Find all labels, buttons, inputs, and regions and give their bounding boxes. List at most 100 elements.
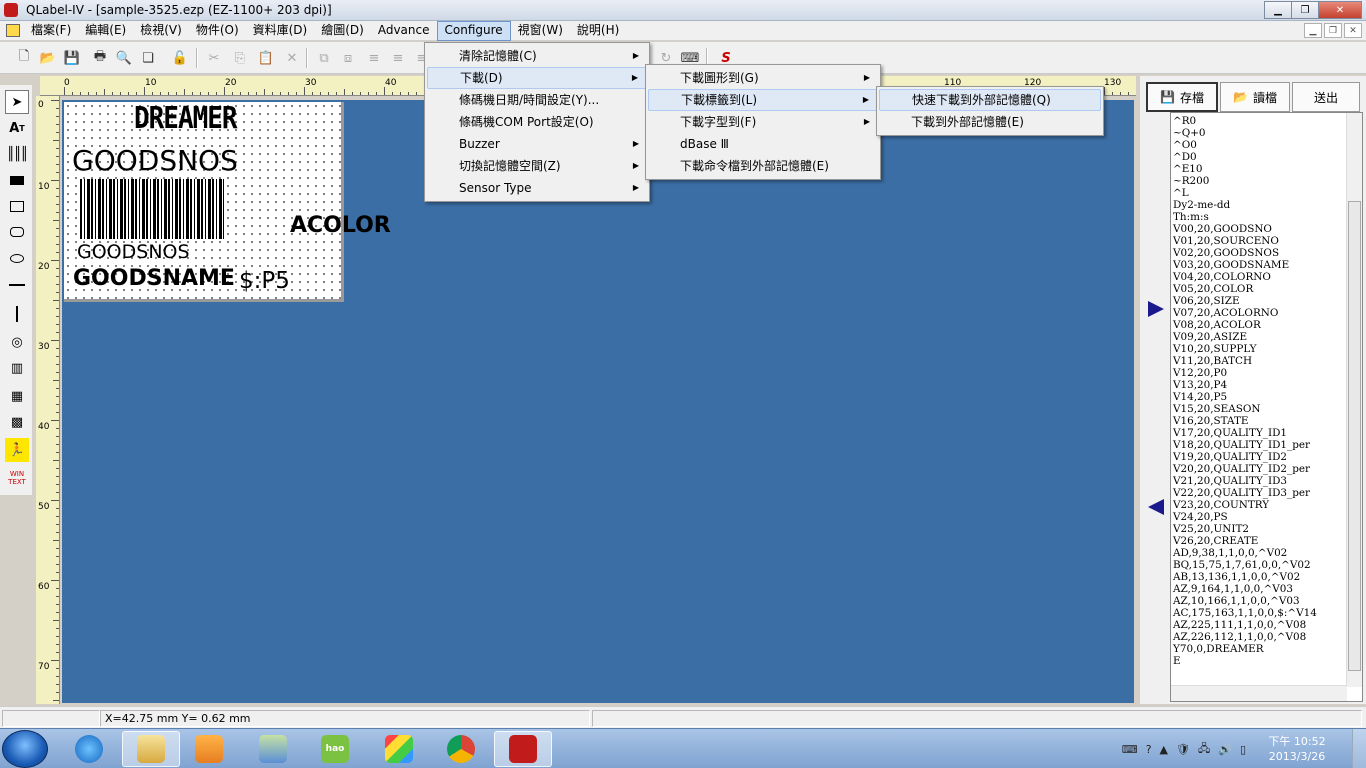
command-line: V24,20,PS: [1173, 511, 1228, 523]
menu-item-buzzer[interactable]: Buzzer ▶: [427, 133, 647, 155]
taskbar-explorer[interactable]: [122, 731, 180, 767]
taskbar-hao123[interactable]: hao: [306, 731, 364, 767]
label-goodsname[interactable]: GOODSNAME: [73, 266, 235, 291]
pointer-icon[interactable]: ➤: [5, 90, 29, 114]
print-icon[interactable]: 🖶: [90, 48, 110, 68]
menu-item-clear-memory[interactable]: 清除記憶體(C) ▶: [427, 45, 647, 67]
network-tray-icon[interactable]: 🖧: [1198, 740, 1210, 759]
restore-button[interactable]: ❐: [1291, 1, 1319, 19]
read-button[interactable]: 📂 讀檔: [1220, 82, 1290, 112]
vertical-scrollbar[interactable]: [1346, 113, 1362, 687]
menu-item-download-label[interactable]: 下載標籤到(L) ▶: [648, 89, 878, 111]
document-icon[interactable]: [6, 24, 20, 37]
label-preview[interactable]: DREAMER GOODSNOS ACOLOR GOODSNOS GOODSNA…: [64, 102, 391, 302]
menu-draw[interactable]: 繪圖(D): [314, 21, 371, 41]
taskbar-ie[interactable]: [60, 731, 118, 767]
arrow-right-icon[interactable]: [1148, 301, 1164, 317]
mdi-close-button[interactable]: ✕: [1344, 23, 1362, 38]
menu-item-download-font[interactable]: 下載字型到(F) ▶: [648, 111, 878, 133]
menu-configure[interactable]: Configure: [436, 21, 511, 41]
taskbar-paint[interactable]: [244, 731, 302, 767]
clock[interactable]: 下午 10:52 2013/3/26: [1254, 734, 1340, 764]
open-folder-icon[interactable]: 📂: [38, 48, 58, 68]
wintext-icon[interactable]: WIN TEXT: [5, 466, 29, 490]
mdi-minimize-button[interactable]: ▁: [1304, 23, 1322, 38]
menu-item-download-external[interactable]: 下載到外部記憶體(E): [879, 111, 1101, 133]
menu-item-download-graphics[interactable]: 下載圖形到(G) ▶: [648, 67, 878, 89]
taskbar-bluestacks[interactable]: [370, 731, 428, 767]
text-tool-icon[interactable]: AT: [5, 116, 29, 140]
delete-icon[interactable]: ✕: [282, 48, 302, 68]
security-tray-icon[interactable]: 🛡: [1176, 743, 1190, 756]
label-acolor[interactable]: ACOLOR: [290, 213, 391, 238]
save-icon[interactable]: 💾: [62, 48, 82, 68]
align-left-icon[interactable]: ≡: [364, 48, 384, 68]
send-button[interactable]: 送出: [1292, 82, 1360, 112]
minimize-button[interactable]: ▁: [1264, 1, 1292, 19]
pdf417-icon[interactable]: ▥: [5, 356, 29, 380]
cut-icon[interactable]: ✂: [204, 48, 224, 68]
save-icon: 💾: [1160, 90, 1175, 104]
vline-tool-icon[interactable]: [5, 302, 29, 326]
menu-help[interactable]: 說明(H): [570, 21, 626, 41]
maxicode-icon[interactable]: ◎: [5, 330, 29, 354]
menu-item-dbase[interactable]: dBase Ⅲ: [648, 133, 878, 155]
menu-view[interactable]: 檢視(V): [133, 21, 189, 41]
group-icon[interactable]: ⧉: [314, 48, 334, 68]
label-barcode[interactable]: [80, 179, 224, 239]
menu-item-switch-memory[interactable]: 切換記憶體空間(Z) ▶: [427, 155, 647, 177]
menu-item-quick-download[interactable]: 快速下載到外部記憶體(Q): [879, 89, 1101, 111]
arrow-left-icon[interactable]: [1148, 499, 1164, 515]
mdi-restore-button[interactable]: ❐: [1324, 23, 1342, 38]
menu-database[interactable]: 資料庫(D): [246, 21, 315, 41]
menu-file[interactable]: 檔案(F): [24, 21, 78, 41]
align-center-icon[interactable]: ≡: [388, 48, 408, 68]
hline-tool-icon[interactable]: [5, 273, 29, 297]
taskbar-chrome[interactable]: [432, 731, 490, 767]
paste-icon[interactable]: 📋: [256, 48, 276, 68]
device-tray-icon[interactable]: ▯: [1240, 743, 1246, 756]
barcode-tool-icon[interactable]: ║║║: [5, 142, 29, 166]
label-goodsnos-small[interactable]: GOODSNOS: [77, 241, 190, 263]
command-textarea[interactable]: ^R0 ~Q+0 ^O0 ^D0 ^E10 ~R200 ^L Dy2-me-dd Th:m:s V…: [1170, 112, 1363, 702]
ungroup-icon[interactable]: ⧈: [338, 48, 358, 68]
lock-icon[interactable]: 🔓: [170, 48, 190, 68]
filled-rect-icon[interactable]: [5, 168, 29, 192]
horizontal-scrollbar[interactable]: [1171, 685, 1347, 701]
menu-item-sensor-type[interactable]: Sensor Type ▶: [427, 177, 647, 199]
save-button[interactable]: 💾 存檔: [1146, 82, 1218, 112]
menu-edit[interactable]: 編輯(E): [78, 21, 133, 41]
label-goodsnos[interactable]: GOODSNOS: [72, 144, 238, 177]
print-preview-icon[interactable]: 🔍: [114, 48, 134, 68]
menu-item-download-command[interactable]: 下載命令檔到外部記憶體(E): [648, 155, 878, 177]
start-button[interactable]: [2, 730, 48, 768]
copy-doc-icon[interactable]: ❏: [138, 48, 158, 68]
taskbar-qlabel[interactable]: [494, 731, 552, 767]
label-price[interactable]: $:P5: [239, 268, 290, 294]
rounded-rect-icon[interactable]: [5, 220, 29, 244]
command-line: V25,20,UNIT2: [1173, 523, 1250, 535]
copy-icon[interactable]: ⎘: [230, 48, 250, 68]
datamatrix-icon[interactable]: ▦: [5, 384, 29, 408]
new-file-icon[interactable]: 🗋: [14, 48, 34, 68]
qrcode-icon[interactable]: ▩: [5, 410, 29, 434]
ellipse-tool-icon[interactable]: [5, 246, 29, 270]
label-logo[interactable]: DREAMER: [134, 102, 238, 137]
volume-tray-icon[interactable]: 🔊: [1218, 743, 1232, 756]
scroll-thumb[interactable]: [1348, 201, 1361, 671]
menu-window[interactable]: 視窗(W): [511, 21, 570, 41]
show-desktop-button[interactable]: [1352, 729, 1366, 768]
show-hidden-icon[interactable]: ▲: [1160, 743, 1168, 756]
rect-tool-icon[interactable]: [5, 194, 29, 218]
menu-item-com-port[interactable]: 條碼機COM Port設定(O): [427, 111, 647, 133]
submenu-arrow-icon: ▶: [632, 161, 639, 170]
menu-object[interactable]: 物件(O): [189, 21, 246, 41]
close-button[interactable]: ✕: [1318, 1, 1362, 19]
help-tray-icon[interactable]: ?: [1146, 743, 1152, 756]
keyboard-tray-icon[interactable]: ⌨: [1122, 743, 1138, 756]
taskbar-media[interactable]: [180, 731, 238, 767]
running-man-icon[interactable]: 🏃: [5, 438, 29, 462]
menu-item-datetime[interactable]: 條碼機日期/時間設定(Y)...: [427, 89, 647, 111]
menu-advance[interactable]: Advance: [371, 21, 437, 41]
menu-item-download[interactable]: 下載(D) ▶: [427, 67, 647, 89]
